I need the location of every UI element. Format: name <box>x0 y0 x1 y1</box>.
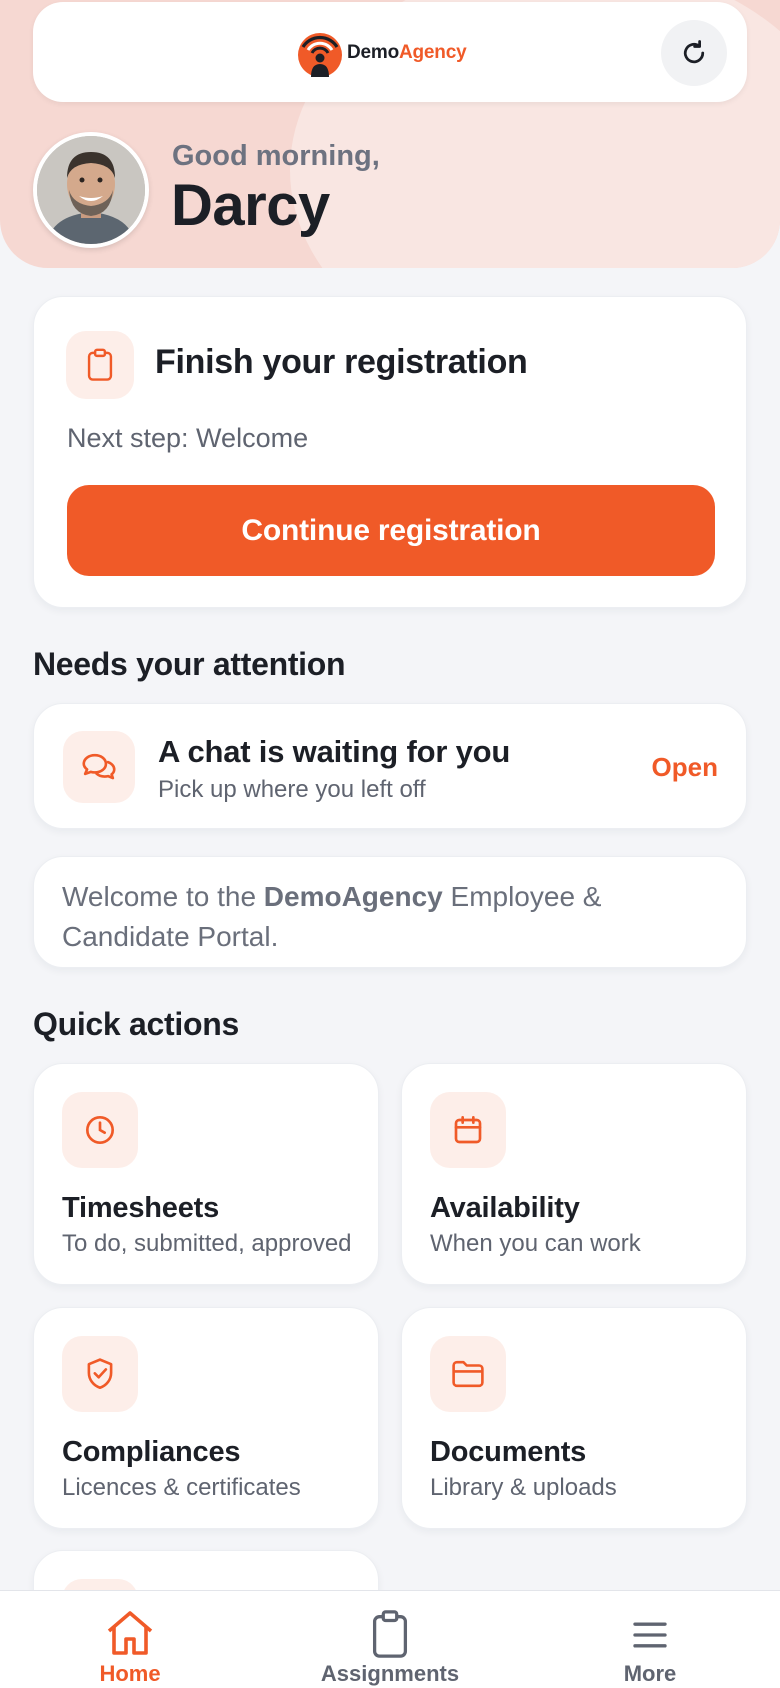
bottom-navigation: Home Assignments More <box>0 1590 780 1688</box>
nav-home-label: Home <box>99 1661 161 1686</box>
clipboard-icon <box>372 1610 408 1658</box>
home-icon <box>107 1611 153 1655</box>
calendar-icon <box>454 1116 482 1144</box>
quick-action-timesheets[interactable]: Timesheets To do, submitted, approved <box>33 1063 379 1285</box>
chat-open-link[interactable]: Open <box>652 752 718 783</box>
attention-section-title: Needs your attention <box>33 646 346 682</box>
availability-icon-tile <box>430 1092 506 1168</box>
welcome-brand: DemoAgency <box>263 881 443 912</box>
menu-icon <box>633 1622 667 1648</box>
quick-actions-title: Quick actions <box>33 1006 239 1042</box>
chat-subtitle: Pick up where you left off <box>158 776 426 803</box>
chat-title: A chat is waiting for you <box>158 734 511 769</box>
quick-action-subtitle: Library & uploads <box>430 1474 617 1501</box>
quick-action-availability[interactable]: Availability When you can work <box>401 1063 747 1285</box>
quick-action-compliances[interactable]: Compliances Licences & certificates <box>33 1307 379 1529</box>
nav-more-label: More <box>623 1661 677 1686</box>
quick-action-subtitle: To do, submitted, approved <box>62 1230 352 1257</box>
welcome-card: Welcome to the DemoAgency Employee & Can… <box>33 856 747 968</box>
user-photo <box>37 136 145 244</box>
folder-icon <box>452 1360 484 1388</box>
compliances-icon-tile <box>62 1336 138 1412</box>
clipboard-icon <box>87 348 113 381</box>
chat-icon-tile <box>63 731 135 803</box>
timesheets-icon-tile <box>62 1092 138 1168</box>
app-header: DemoAgency <box>33 2 747 102</box>
quick-action-title: Compliances <box>62 1436 241 1468</box>
registration-next-step: Next step: Welcome <box>67 423 309 453</box>
quick-action-documents[interactable]: Documents Library & uploads <box>401 1307 747 1529</box>
quick-action-subtitle: When you can work <box>430 1230 641 1257</box>
agency-logo: DemoAgency <box>295 26 467 80</box>
refresh-button[interactable] <box>661 20 727 86</box>
nav-assignments[interactable]: Assignments <box>290 1591 490 1688</box>
nav-assignments-label: Assignments <box>320 1661 460 1686</box>
registration-card: Finish your registration Next step: Welc… <box>33 296 747 608</box>
nav-more[interactable]: More <box>550 1591 750 1688</box>
quick-action-subtitle: Licences & certificates <box>62 1474 301 1501</box>
registration-icon-tile <box>66 331 134 399</box>
logo-mark-icon <box>298 33 342 77</box>
continue-registration-button[interactable]: Continue registration <box>67 485 715 576</box>
greeting-salutation: Good morning, <box>172 140 380 172</box>
user-name: Darcy <box>171 173 330 238</box>
quick-action-title: Availability <box>430 1192 580 1224</box>
registration-title: Finish your registration <box>155 343 528 381</box>
chat-bubbles-icon <box>82 753 116 780</box>
shield-check-icon <box>87 1358 113 1390</box>
quick-action-title: Timesheets <box>62 1192 220 1224</box>
refresh-icon <box>683 40 705 64</box>
welcome-message: Welcome to the DemoAgency Employee & Can… <box>62 881 602 952</box>
logo-wordmark: DemoAgency <box>347 42 467 63</box>
nav-home[interactable]: Home <box>30 1591 230 1688</box>
clock-icon <box>86 1116 114 1144</box>
documents-icon-tile <box>430 1336 506 1412</box>
quick-action-title: Documents <box>430 1436 587 1468</box>
avatar[interactable] <box>33 132 149 248</box>
chat-waiting-card[interactable]: A chat is waiting for you Pick up where … <box>33 703 747 829</box>
